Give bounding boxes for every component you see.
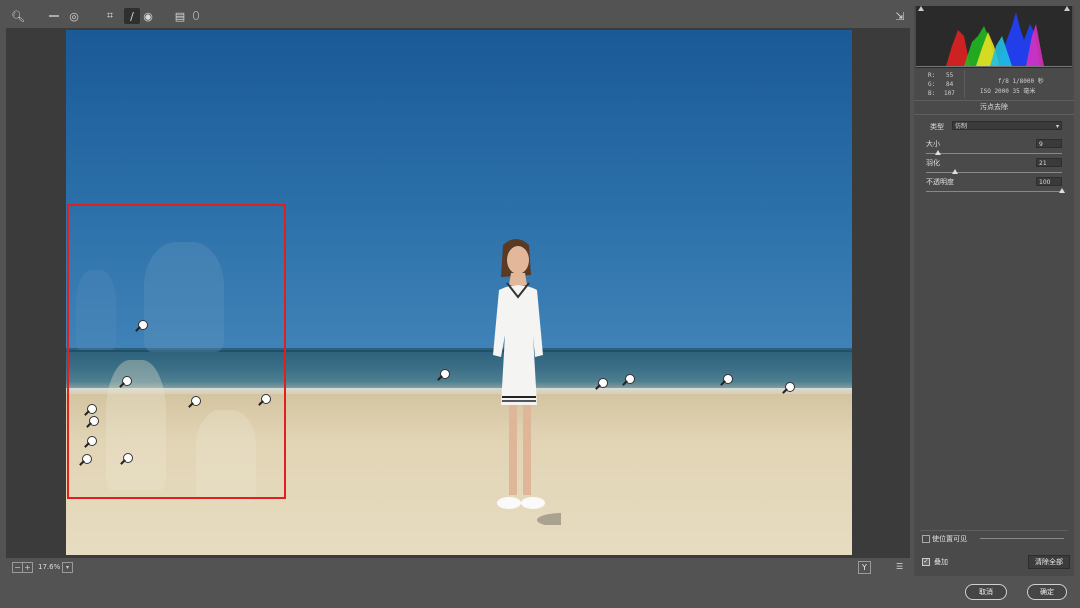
- spot-pin[interactable]: [625, 374, 635, 384]
- r-value: 55: [946, 72, 954, 79]
- size-field[interactable]: 9: [1036, 139, 1062, 148]
- right-panel: R: 55 G: 84 B: 107 f/8 1/8000 秒 ISO 2000…: [914, 6, 1074, 576]
- size-slider-thumb[interactable]: [935, 150, 942, 155]
- visualize-checkbox[interactable]: [922, 535, 930, 543]
- woman-figure: [493, 239, 561, 525]
- white-balance-icon[interactable]: [46, 8, 62, 24]
- opacity-slider-thumb[interactable]: [1059, 188, 1065, 193]
- iso-info: ISO 2000 35 毫米: [980, 88, 1036, 95]
- top-toolbar: 🔍︎ ◎ ⌗ ∕ ◉ ▤ ⬯ ⇲: [6, 6, 910, 26]
- exposure-info: f/8 1/8000 秒: [998, 78, 1044, 85]
- panel-title: 污点去除: [980, 103, 1008, 111]
- selection-highlight: [67, 204, 286, 499]
- red-eye-icon[interactable]: ◉: [140, 8, 156, 24]
- overlay-checkbox[interactable]: ✓: [922, 558, 930, 566]
- spot-pin[interactable]: [723, 374, 733, 384]
- highlight-clip-icon[interactable]: [1064, 6, 1070, 11]
- preferences-icon[interactable]: ▤: [172, 8, 188, 24]
- status-bar: − + 17.6% ▾ Y ☰: [6, 560, 910, 576]
- options-menu-icon[interactable]: ☰: [896, 562, 908, 572]
- type-value: 仿制: [955, 123, 968, 130]
- cancel-button[interactable]: 取消: [965, 584, 1007, 600]
- info-divider: [964, 70, 965, 98]
- chevron-down-icon: ▾: [1055, 123, 1059, 130]
- before-after-icon[interactable]: Y: [858, 561, 871, 574]
- visualize-label: 使位置可见: [932, 535, 967, 543]
- export-icon[interactable]: ⇲: [892, 8, 908, 24]
- size-slider-track[interactable]: [926, 153, 1062, 154]
- opacity-field[interactable]: 100: [1036, 177, 1062, 186]
- crop-icon[interactable]: ⌗: [102, 8, 118, 24]
- clear-all-button[interactable]: 清除全部: [1028, 555, 1070, 569]
- b-value: 107: [944, 90, 955, 97]
- g-value: 84: [946, 81, 954, 88]
- opacity-slider-track[interactable]: [926, 191, 1062, 192]
- type-select[interactable]: 仿制 ▾: [952, 121, 1062, 130]
- color-sampler-icon[interactable]: ◎: [66, 8, 82, 24]
- ok-button[interactable]: 确定: [1027, 584, 1067, 600]
- r-label: R:: [928, 72, 936, 79]
- zoom-in-button[interactable]: +: [22, 562, 33, 573]
- size-label: 大小: [926, 140, 940, 148]
- spot-pin[interactable]: [440, 369, 450, 379]
- spot-pin[interactable]: [785, 382, 795, 392]
- divider: [914, 114, 1074, 115]
- zoom-icon[interactable]: 🔍︎: [10, 8, 26, 24]
- visualize-slider[interactable]: [980, 538, 1064, 539]
- spot-pin[interactable]: [598, 378, 608, 388]
- feather-field[interactable]: 21: [1036, 158, 1062, 167]
- zoom-dropdown-icon[interactable]: ▾: [62, 562, 73, 573]
- feather-slider-track[interactable]: [926, 172, 1062, 173]
- overlay-label: 叠加: [934, 558, 948, 566]
- shadow-clip-icon[interactable]: [918, 6, 924, 11]
- spot-removal-icon[interactable]: ∕: [124, 8, 140, 24]
- histogram: [916, 6, 1072, 68]
- feather-slider-thumb[interactable]: [951, 169, 958, 174]
- divider: [920, 530, 1068, 531]
- zoom-level: 17.6%: [38, 563, 61, 571]
- opacity-label: 不透明度: [926, 178, 954, 186]
- divider: [914, 100, 1074, 101]
- preview-canvas[interactable]: [6, 28, 910, 558]
- feather-label: 羽化: [926, 159, 940, 167]
- rotate-icon[interactable]: ⬯: [188, 8, 204, 24]
- b-label: B:: [928, 90, 936, 97]
- g-label: G:: [928, 81, 936, 88]
- type-label: 类型: [930, 123, 944, 131]
